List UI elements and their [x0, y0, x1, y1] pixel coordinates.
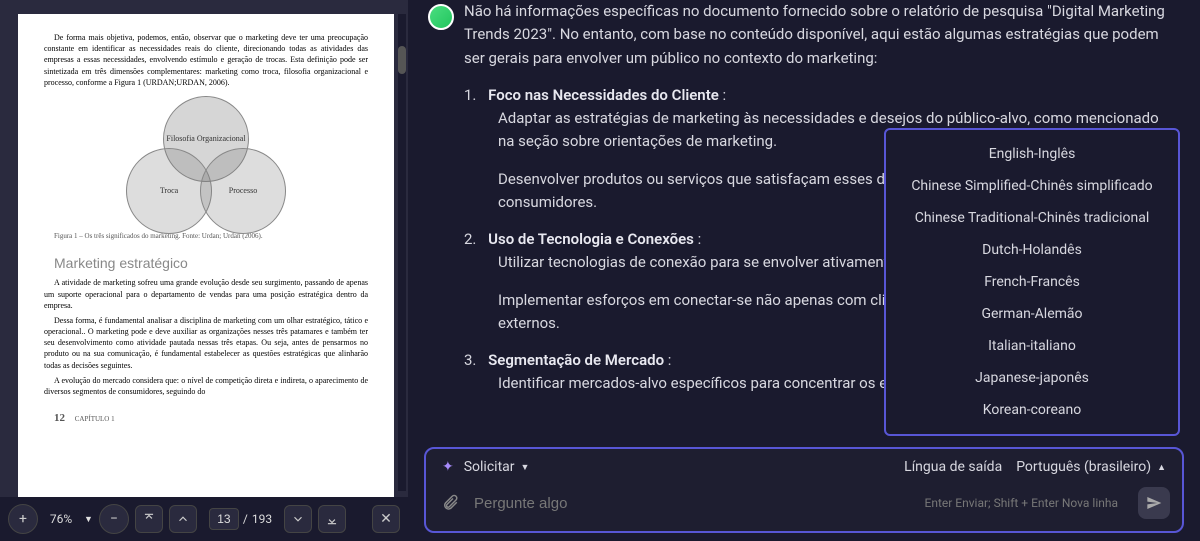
pdf-paragraph: De forma mais objetiva, podemos, então, … [44, 32, 368, 88]
section-heading: Marketing estratégico [44, 254, 368, 274]
output-language-value: Português (brasileiro) [1016, 459, 1151, 475]
pdf-toolbar: + 76% ▼ − / 193 ✕ [0, 497, 408, 541]
page-footer: 12 CAPÍTULO 1 [44, 411, 368, 426]
output-language-select[interactable]: Português (brasileiro) ▲ [1016, 459, 1166, 475]
prev-page-button[interactable] [169, 505, 197, 533]
venn-diagram: Filosofia Organizacional Troca Processo [116, 96, 296, 226]
language-menu[interactable]: English-Inglês Chinese Simplified-Chinês… [884, 128, 1180, 436]
zoom-dropdown-icon[interactable]: ▼ [84, 514, 93, 525]
assistant-avatar [428, 4, 454, 30]
total-pages: 193 [252, 512, 272, 526]
item-title: Foco nas Necessidades do Cliente [488, 86, 719, 104]
pdf-page: De forma mais objetiva, podemos, então, … [18, 14, 394, 497]
figure-caption: Figura 1 – Os três significados do marke… [44, 232, 368, 242]
next-page-button[interactable] [284, 505, 312, 533]
lang-option-italian[interactable]: Italian-italiano [886, 330, 1178, 362]
lang-option-chinese-traditional[interactable]: Chinese Traditional-Chinês tradicional [886, 202, 1178, 234]
lang-option-japanese[interactable]: Japanese-japonês [886, 362, 1178, 394]
zoom-in-button[interactable]: + [8, 504, 38, 534]
chat-pane: Não há informações específicas no docume… [408, 0, 1200, 541]
attach-button[interactable] [438, 491, 462, 515]
output-language-group: Língua de saída Português (brasileiro) ▲ [904, 459, 1166, 475]
first-page-button[interactable] [135, 505, 163, 533]
pdf-paragraph: Dessa forma, é fundamental analisar a di… [44, 315, 368, 371]
item-number: 3. [464, 351, 476, 369]
chevron-up-icon: ▲ [1157, 462, 1166, 473]
zoom-out-button[interactable]: − [99, 504, 129, 534]
current-page-input[interactable] [209, 508, 239, 530]
item-title: Uso de Tecnologia e Conexões [488, 230, 694, 248]
lang-option-english[interactable]: English-Inglês [886, 138, 1178, 170]
venn-circle-right: Processo [200, 148, 286, 234]
chat-input[interactable] [474, 495, 913, 512]
item-number: 1. [464, 86, 476, 104]
output-language-label: Língua de saída [904, 459, 1002, 475]
lang-option-korean[interactable]: Korean-coreano [886, 394, 1178, 426]
scrollbar-thumb[interactable] [398, 46, 406, 74]
lang-option-dutch[interactable]: Dutch-Holandês [886, 234, 1178, 266]
page-separator: / [243, 512, 248, 526]
lang-option-german[interactable]: German-Alemão [886, 298, 1178, 330]
solicit-dropdown[interactable]: Solicitar ▼ [464, 459, 530, 475]
pdf-paragraph: A atividade de marketing sofreu uma gran… [44, 277, 368, 311]
input-hint: Enter Enviar; Shift + Enter Nova linha [925, 496, 1119, 510]
zoom-value: 76% [44, 512, 78, 526]
lang-option-chinese-simplified[interactable]: Chinese Simplified-Chinês simplificado [886, 170, 1178, 202]
chat-input-area: ✦ Solicitar ▼ Língua de saída Português … [424, 447, 1184, 533]
pdf-scrollbar[interactable] [398, 14, 406, 491]
pdf-viewer-pane: De forma mais objetiva, podemos, então, … [0, 0, 408, 541]
input-top-bar: ✦ Solicitar ▼ Língua de saída Português … [426, 449, 1182, 481]
send-button[interactable] [1138, 487, 1170, 519]
sparkle-icon: ✦ [442, 459, 454, 475]
chevron-down-icon: ▼ [521, 462, 530, 473]
lang-option-french[interactable]: French-Francês [886, 266, 1178, 298]
chapter-label: CAPÍTULO 1 [75, 415, 115, 423]
page-input-group: / 193 [209, 508, 272, 530]
input-bottom-bar: Enter Enviar; Shift + Enter Nova linha [426, 481, 1182, 531]
page-number: 12 [54, 412, 65, 424]
item-title: Segmentação de Mercado [488, 351, 664, 369]
chat-intro: Não há informações específicas no docume… [464, 0, 1176, 70]
pdf-paragraph: A evolução do mercado considera que: o n… [44, 375, 368, 397]
solicit-label: Solicitar [464, 459, 515, 475]
last-page-button[interactable] [318, 505, 346, 533]
item-number: 2. [464, 230, 476, 248]
close-button[interactable]: ✕ [372, 505, 400, 533]
